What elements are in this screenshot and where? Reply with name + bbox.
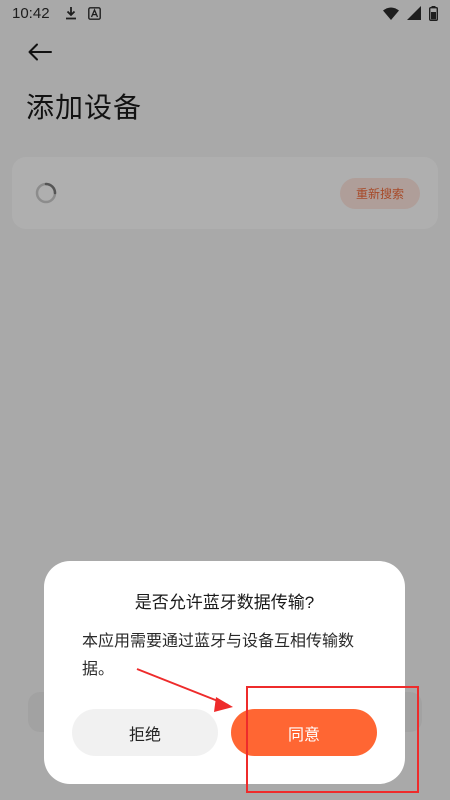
annotation-arrow-icon — [136, 668, 233, 712]
annotation-highlight-box — [246, 686, 419, 793]
